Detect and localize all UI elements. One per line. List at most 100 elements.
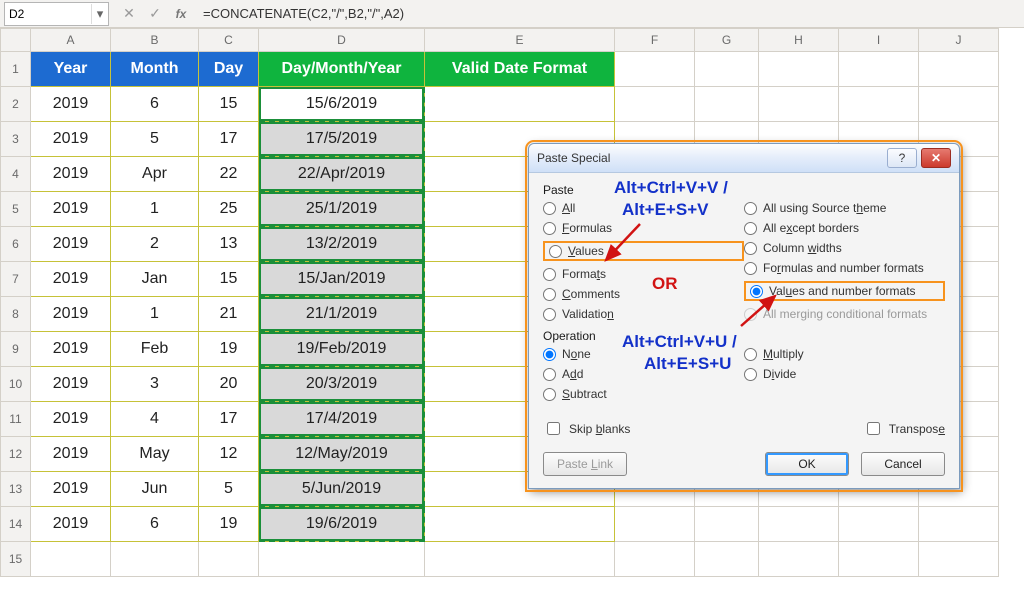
name-box-dropdown[interactable]: ▾ (91, 4, 108, 24)
col-head-E[interactable]: E (425, 29, 615, 52)
cell[interactable]: 2019 (31, 507, 111, 542)
cell[interactable]: 2 (111, 227, 199, 262)
row-head[interactable]: 14 (1, 507, 31, 542)
formula-input[interactable] (197, 3, 1020, 25)
cell[interactable]: 2019 (31, 227, 111, 262)
cell[interactable] (425, 542, 615, 577)
cell[interactable]: 3 (111, 367, 199, 402)
cell[interactable]: 5 (111, 122, 199, 157)
radio-values-nf[interactable]: Values and number formats (750, 284, 916, 298)
row-head[interactable]: 3 (1, 122, 31, 157)
select-all-corner[interactable] (1, 29, 31, 52)
cell[interactable]: 6 (111, 87, 199, 122)
cell[interactable] (259, 542, 425, 577)
row-head[interactable]: 2 (1, 87, 31, 122)
radio-except-borders[interactable]: All except borders (744, 221, 945, 235)
col-head-H[interactable]: H (759, 29, 839, 52)
cell[interactable]: 2019 (31, 402, 111, 437)
col-head-G[interactable]: G (695, 29, 759, 52)
cell[interactable]: 19 (199, 507, 259, 542)
cell[interactable]: May (111, 437, 199, 472)
cell[interactable]: 2019 (31, 192, 111, 227)
cell-dmy[interactable]: 22/Apr/2019 (259, 157, 425, 192)
col-head-J[interactable]: J (919, 29, 999, 52)
radio-subtract[interactable]: Subtract (543, 387, 744, 401)
cell[interactable] (759, 507, 839, 542)
col-head-F[interactable]: F (615, 29, 695, 52)
cell[interactable]: 21 (199, 297, 259, 332)
cell[interactable] (759, 52, 839, 87)
cell-dmy[interactable]: 19/Feb/2019 (259, 332, 425, 367)
cell[interactable]: 2019 (31, 297, 111, 332)
cell[interactable] (695, 52, 759, 87)
enter-icon[interactable]: ✓ (145, 4, 165, 24)
radio-formulas-nf[interactable]: Formulas and number formats (744, 261, 945, 275)
row-head[interactable]: 11 (1, 402, 31, 437)
row-head[interactable]: 6 (1, 227, 31, 262)
close-button[interactable]: ✕ (921, 148, 951, 168)
cell-dmy[interactable]: 15/Jan/2019 (259, 262, 425, 297)
cell[interactable]: 13 (199, 227, 259, 262)
cell[interactable] (615, 52, 695, 87)
radio-multiply[interactable]: Multiply (744, 347, 945, 361)
radio-source-theme[interactable]: All using Source theme (744, 201, 945, 215)
radio-divide[interactable]: Divide (744, 367, 945, 381)
cell[interactable] (839, 52, 919, 87)
cancel-icon[interactable]: ✕ (119, 4, 139, 24)
cell[interactable] (615, 542, 695, 577)
header-dmy[interactable]: Day/Month/Year (259, 52, 425, 87)
row-head[interactable]: 5 (1, 192, 31, 227)
cell[interactable]: 2019 (31, 367, 111, 402)
dialog-title-bar[interactable]: Paste Special ? ✕ (529, 144, 959, 173)
radio-values[interactable]: Values (549, 244, 604, 258)
cell[interactable] (919, 507, 999, 542)
col-head-I[interactable]: I (839, 29, 919, 52)
cell-dmy[interactable]: 13/2/2019 (259, 227, 425, 262)
cell-dmy[interactable]: 15/6/2019 (259, 87, 425, 122)
cell[interactable] (919, 87, 999, 122)
row-head[interactable]: 12 (1, 437, 31, 472)
cell[interactable] (919, 52, 999, 87)
cell-dmy[interactable]: 12/May/2019 (259, 437, 425, 472)
help-button[interactable]: ? (887, 148, 917, 168)
cell[interactable]: 4 (111, 402, 199, 437)
row-head[interactable]: 7 (1, 262, 31, 297)
col-head-C[interactable]: C (199, 29, 259, 52)
header-day[interactable]: Day (199, 52, 259, 87)
cell[interactable]: 12 (199, 437, 259, 472)
name-box[interactable]: ▾ (4, 2, 109, 26)
cell[interactable]: 17 (199, 402, 259, 437)
row-head[interactable]: 8 (1, 297, 31, 332)
cell[interactable]: 2019 (31, 87, 111, 122)
cell[interactable] (695, 542, 759, 577)
row-head[interactable]: 9 (1, 332, 31, 367)
cell-dmy[interactable]: 19/6/2019 (259, 507, 425, 542)
cell[interactable] (425, 87, 615, 122)
cell[interactable] (615, 87, 695, 122)
cell[interactable]: 2019 (31, 157, 111, 192)
row-head-15[interactable]: 15 (1, 542, 31, 577)
radio-comments[interactable]: Comments (543, 287, 744, 301)
cell[interactable]: Feb (111, 332, 199, 367)
cell[interactable]: 17 (199, 122, 259, 157)
col-head-D[interactable]: D (259, 29, 425, 52)
cell[interactable]: 2019 (31, 437, 111, 472)
cell[interactable]: 1 (111, 192, 199, 227)
cell[interactable] (31, 542, 111, 577)
cell-dmy[interactable]: 17/5/2019 (259, 122, 425, 157)
radio-none[interactable]: None (543, 347, 744, 361)
cell[interactable] (615, 507, 695, 542)
cell-dmy[interactable]: 17/4/2019 (259, 402, 425, 437)
header-year[interactable]: Year (31, 52, 111, 87)
radio-add[interactable]: Add (543, 367, 744, 381)
cell[interactable]: Jan (111, 262, 199, 297)
cell[interactable]: 2019 (31, 122, 111, 157)
name-box-input[interactable] (5, 4, 91, 24)
cell[interactable]: 2019 (31, 472, 111, 507)
cell[interactable] (695, 87, 759, 122)
header-month[interactable]: Month (111, 52, 199, 87)
cell[interactable] (759, 87, 839, 122)
cell[interactable] (839, 542, 919, 577)
cell[interactable]: 22 (199, 157, 259, 192)
cell[interactable]: Jun (111, 472, 199, 507)
